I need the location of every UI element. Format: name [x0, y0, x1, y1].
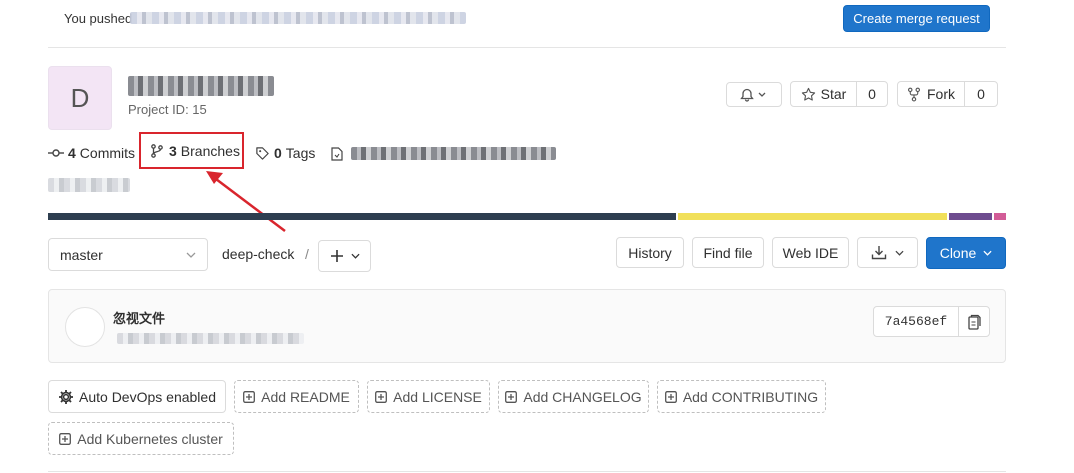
last-commit-panel: 忽视文件 7a4568ef	[48, 289, 1006, 363]
fork-label: Fork	[927, 86, 955, 102]
create-merge-request-button[interactable]: Create merge request	[843, 5, 990, 32]
breadcrumb-separator: /	[305, 246, 309, 262]
annotation-arrow-icon	[206, 171, 286, 232]
commits-label: Commits	[79, 145, 136, 161]
plus-square-icon	[505, 390, 518, 403]
branch-icon	[151, 143, 163, 158]
auto-devops-label: Auto DevOps enabled	[79, 388, 216, 405]
plus-square-icon	[664, 390, 677, 403]
plus-square-icon	[243, 390, 256, 403]
commit-author-redacted	[117, 333, 304, 344]
branches-link[interactable]: 3 Branches	[139, 132, 244, 169]
star-button[interactable]: Star	[790, 81, 857, 107]
download-icon	[871, 246, 887, 260]
star-label: Star	[820, 86, 847, 102]
add-kubernetes-button[interactable]: Add Kubernetes cluster	[48, 422, 234, 455]
download-dropdown[interactable]	[857, 237, 918, 268]
branches-label: Branches	[180, 142, 240, 159]
language-bar	[48, 213, 1006, 220]
fork-icon	[908, 87, 920, 101]
tags-label: Tags	[285, 145, 316, 161]
chevron-down-icon	[983, 250, 992, 256]
commits-link[interactable]: 4 Commits	[48, 144, 135, 162]
branch-select-value: master	[60, 246, 103, 263]
add-file-dropdown[interactable]	[318, 240, 371, 272]
branches-count: 3	[169, 142, 177, 159]
project-description-redacted	[48, 178, 130, 192]
fork-count[interactable]: 0	[964, 81, 998, 107]
branch-select[interactable]: master	[48, 238, 208, 271]
divider	[48, 47, 1006, 48]
web-ide-button[interactable]: Web IDE	[772, 237, 849, 268]
add-license-label: Add LICENSE	[393, 388, 482, 405]
clone-dropdown[interactable]: Clone	[926, 237, 1006, 269]
language-segment[interactable]	[678, 213, 947, 220]
copy-icon	[967, 314, 981, 330]
plus-square-icon	[59, 432, 72, 445]
push-alert-text: You pushed	[64, 11, 133, 26]
copy-sha-button[interactable]	[958, 306, 990, 337]
star-count-value: 0	[868, 86, 876, 102]
project-name-redacted[interactable]	[128, 76, 274, 96]
project-id: Project ID: 15	[128, 102, 207, 117]
commit-icon	[48, 149, 64, 157]
find-file-label: Find file	[703, 244, 753, 261]
add-changelog-button[interactable]: Add CHANGELOG	[498, 380, 649, 413]
notification-dropdown[interactable]	[726, 82, 782, 107]
star-count[interactable]: 0	[856, 81, 888, 107]
web-ide-label: Web IDE	[782, 244, 839, 261]
gear-icon	[59, 389, 73, 404]
file-icon	[331, 147, 343, 161]
add-contributing-button[interactable]: Add CONTRIBUTING	[657, 380, 826, 413]
bell-icon	[740, 88, 766, 102]
commit-sha-value: 7a4568ef	[884, 314, 948, 329]
chevron-down-icon	[895, 250, 904, 256]
star-icon	[801, 87, 815, 101]
add-contributing-label: Add CONTRIBUTING	[682, 388, 819, 405]
chevron-down-icon	[350, 253, 360, 259]
add-readme-button[interactable]: Add README	[234, 380, 359, 413]
author-avatar[interactable]	[65, 307, 105, 347]
plus-square-icon	[375, 390, 388, 403]
pushed-branch-redacted	[130, 12, 466, 24]
plus-icon	[330, 250, 343, 262]
language-segment[interactable]	[949, 213, 992, 220]
language-segment[interactable]	[994, 213, 1006, 220]
add-kubernetes-label: Add Kubernetes cluster	[77, 430, 223, 447]
project-avatar[interactable]: D	[48, 66, 112, 130]
chevron-down-icon	[186, 252, 196, 258]
find-file-button[interactable]: Find file	[692, 237, 764, 268]
commits-count: 4	[68, 145, 76, 161]
divider	[48, 471, 1006, 472]
add-readme-label: Add README	[261, 388, 350, 405]
create-merge-request-label: Create merge request	[853, 11, 980, 26]
language-segment[interactable]	[48, 213, 676, 220]
history-button[interactable]: History	[616, 237, 684, 268]
fork-button[interactable]: Fork	[897, 81, 965, 107]
commit-title[interactable]: 忽视文件	[113, 308, 165, 327]
project-avatar-letter: D	[70, 82, 90, 113]
push-alert: You pushed Create merge request	[48, 0, 1006, 46]
repo-size-redacted	[351, 147, 556, 160]
add-changelog-label: Add CHANGELOG	[523, 388, 642, 405]
add-license-button[interactable]: Add LICENSE	[367, 380, 490, 413]
history-label: History	[628, 244, 672, 261]
tags-link[interactable]: 0 Tags	[255, 144, 315, 162]
tag-icon	[256, 146, 269, 160]
auto-devops-button[interactable]: Auto DevOps enabled	[48, 380, 226, 413]
commit-sha[interactable]: 7a4568ef	[873, 306, 959, 337]
fork-count-value: 0	[977, 86, 985, 102]
breadcrumb-path[interactable]: deep-check	[222, 246, 294, 262]
clone-label: Clone	[939, 245, 977, 261]
tags-count: 0	[274, 145, 282, 161]
